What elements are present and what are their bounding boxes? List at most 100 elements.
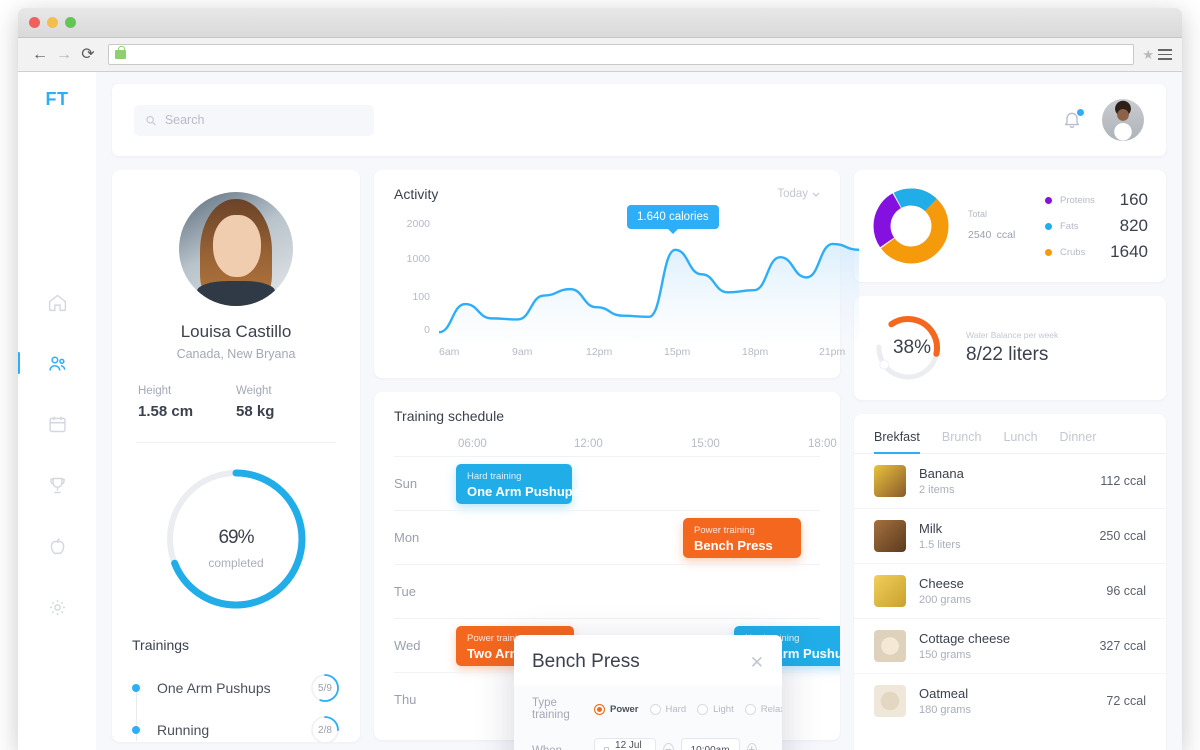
meal-name: Milk bbox=[919, 521, 943, 536]
date-value: 12 Jul 2019 bbox=[615, 739, 642, 750]
radio-dot bbox=[697, 703, 709, 715]
app-root: FT Search Louisa Castillo Canada, New Br… bbox=[18, 72, 1182, 750]
nutrition-legend: Proteins 160 Fats 820 Crubs 1640 bbox=[1045, 187, 1148, 265]
modal-title: Bench Press bbox=[532, 651, 640, 672]
hamburger-icon[interactable] bbox=[1158, 49, 1172, 60]
training-name: Running bbox=[157, 722, 210, 738]
list-item[interactable]: Oatmeal 180 grams 72 ccal bbox=[854, 674, 1166, 728]
sidebar-item-trophy[interactable] bbox=[40, 468, 74, 502]
list-item[interactable]: Milk 1.5 liters 250 ccal bbox=[854, 509, 1166, 564]
y-tick: 1000 bbox=[406, 253, 430, 265]
gear-icon bbox=[49, 599, 65, 615]
chevron-down-icon bbox=[812, 192, 820, 197]
legend-label: Proteins bbox=[1060, 194, 1095, 206]
url-bar[interactable] bbox=[108, 44, 1135, 65]
schedule-time: 12:00 bbox=[574, 438, 603, 450]
x-tick: 9am bbox=[512, 346, 533, 358]
sidebar-item-apple[interactable] bbox=[40, 529, 74, 563]
sidebar-nav bbox=[18, 285, 96, 624]
reload-icon[interactable]: ⟳ bbox=[76, 46, 100, 63]
tab-brunch[interactable]: Brunch bbox=[942, 430, 982, 453]
profile-stats: Height 1.58 cm Weight 58 kg bbox=[132, 385, 340, 420]
star-icon[interactable]: ★ bbox=[1142, 47, 1154, 63]
schedule-day: Sun bbox=[394, 476, 418, 491]
meal-calories: 112 ccal bbox=[1100, 474, 1146, 488]
y-tick: 0 bbox=[424, 324, 430, 336]
window-maximize-button[interactable] bbox=[65, 17, 76, 28]
top-bar-actions bbox=[1062, 99, 1144, 141]
notifications-button[interactable] bbox=[1062, 107, 1085, 131]
legend-dot-crubs bbox=[1045, 248, 1052, 256]
window-minimize-button[interactable] bbox=[47, 17, 58, 28]
tab-lunch[interactable]: Lunch bbox=[1003, 430, 1037, 453]
search-icon bbox=[146, 115, 156, 125]
time-decrement-button[interactable]: − bbox=[663, 743, 674, 750]
sidebar-item-calendar[interactable] bbox=[40, 407, 74, 441]
meal-thumbnail bbox=[874, 465, 906, 497]
schedule-event[interactable]: Power training Bench Press bbox=[683, 518, 801, 558]
schedule-event[interactable]: Hard training One Arm Pushups bbox=[456, 464, 580, 504]
legend-label: Crubs bbox=[1060, 246, 1086, 258]
date-input[interactable]: 12 Jul 2019 bbox=[594, 738, 657, 750]
meal-name: Banana bbox=[919, 466, 964, 481]
meal-calories: 96 ccal bbox=[1106, 584, 1146, 598]
y-tick: 100 bbox=[412, 291, 430, 303]
meal-info: Banana 2 items bbox=[919, 466, 964, 496]
search-input[interactable] bbox=[164, 113, 363, 127]
water-ring: 38% bbox=[872, 312, 944, 384]
legend-value: 160 bbox=[1119, 190, 1148, 209]
apple-icon bbox=[50, 537, 64, 554]
meal-tabs: Brekfast Brunch Lunch Dinner bbox=[854, 414, 1166, 454]
radio-power[interactable]: Power bbox=[594, 703, 639, 715]
time-increment-button[interactable]: + bbox=[746, 743, 757, 750]
list-item[interactable]: Banana 2 items 112 ccal bbox=[854, 454, 1166, 509]
radio-light[interactable]: Light bbox=[697, 703, 734, 715]
activity-range-selector[interactable]: Today bbox=[777, 188, 820, 200]
close-icon[interactable]: ✕ bbox=[750, 654, 764, 671]
user-avatar[interactable] bbox=[1102, 99, 1144, 141]
home-icon bbox=[48, 294, 66, 311]
list-item[interactable]: Cottage cheese 150 grams 327 ccal bbox=[854, 619, 1166, 674]
right-column: Total 2540 ccal Proteins 160 Fats 820 Cr… bbox=[854, 170, 1166, 750]
water-card: 38% Water Balance per week 8/22 liters bbox=[854, 296, 1166, 400]
type-label: Type training bbox=[532, 697, 570, 721]
time-input[interactable]: 10:00am bbox=[680, 738, 740, 750]
app-logo[interactable]: FT bbox=[46, 89, 69, 110]
radio-relax[interactable]: Relax bbox=[744, 703, 782, 715]
list-item[interactable]: One Arm Pushups 5/9 bbox=[132, 667, 340, 709]
back-icon[interactable]: ← bbox=[28, 46, 52, 63]
list-item[interactable]: Cheese 200 grams 96 ccal bbox=[854, 564, 1166, 619]
modal-field-when: When 12 Jul 2019 − 10:00am + bbox=[532, 738, 764, 750]
schedule-day: Thu bbox=[394, 692, 417, 707]
schedule-day: Wed bbox=[394, 638, 421, 653]
progress-ring-text: 69% completed bbox=[160, 463, 312, 615]
activity-range-label: Today bbox=[777, 188, 808, 200]
radio-hard[interactable]: Hard bbox=[649, 703, 686, 715]
meal-quantity: 180 grams bbox=[919, 704, 971, 716]
schedule-time: 06:00 bbox=[458, 438, 487, 450]
stat-height: Height 1.58 cm bbox=[138, 385, 236, 420]
tab-brekfast[interactable]: Brekfast bbox=[874, 430, 920, 454]
search-box[interactable] bbox=[134, 104, 374, 136]
height-value: 1.58 cm bbox=[138, 403, 194, 420]
schedule-row: Sun Hard training One Arm Pushups bbox=[394, 456, 820, 510]
list-item[interactable]: Running 2/8 bbox=[132, 709, 340, 750]
type-radio-group: Power Hard Light Relax bbox=[594, 703, 782, 715]
meal-name: Cheese bbox=[919, 576, 964, 591]
modal-body: Type training Power Hard Light Rela 12 J… bbox=[514, 685, 782, 750]
tab-dinner[interactable]: Dinner bbox=[1060, 430, 1097, 453]
window-close-button[interactable] bbox=[29, 17, 40, 28]
forward-icon[interactable]: → bbox=[52, 46, 76, 63]
progress-caption: completed bbox=[208, 556, 264, 570]
users-icon bbox=[48, 355, 65, 371]
sidebar: FT bbox=[18, 72, 96, 750]
event-name: Bench Press bbox=[694, 538, 773, 553]
meal-calories: 72 ccal bbox=[1106, 694, 1146, 708]
sidebar-item-users[interactable] bbox=[18, 346, 74, 380]
browser-titlebar bbox=[18, 8, 1182, 38]
sidebar-item-home[interactable] bbox=[40, 285, 74, 319]
trainings-list: One Arm Pushups 5/9 Running 2/8 bbox=[132, 667, 340, 750]
modal-header: Bench Press ✕ bbox=[514, 635, 782, 685]
sidebar-item-settings[interactable] bbox=[40, 590, 74, 624]
total-value: 2540 bbox=[968, 228, 992, 241]
